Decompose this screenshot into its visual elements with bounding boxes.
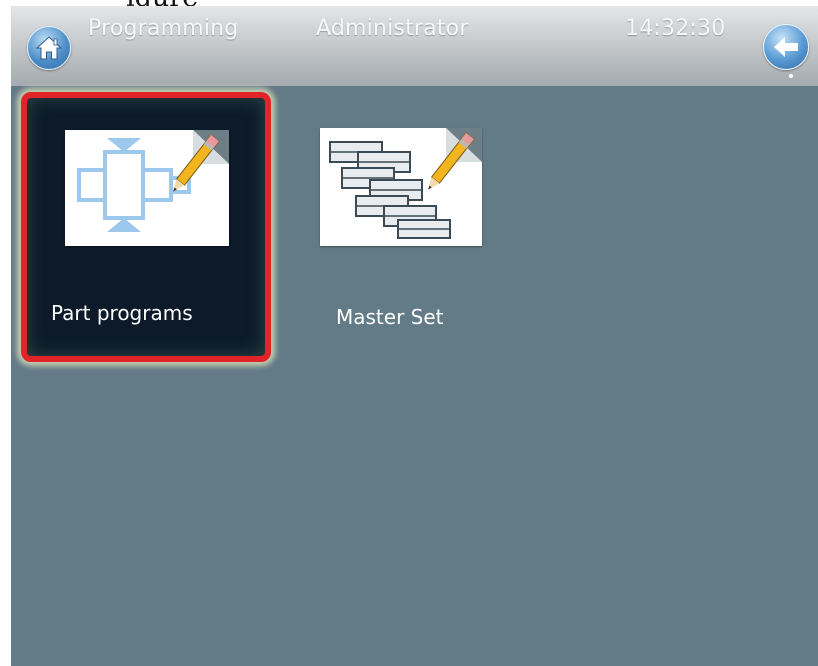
arrow-left-icon <box>774 37 798 57</box>
screen-title: Programming <box>88 16 239 41</box>
tile-label: Master Set <box>336 305 444 329</box>
back-button-indicator <box>789 74 793 78</box>
tile-part-programs[interactable]: Part programs <box>21 92 271 362</box>
page-root: igure Programming Administrator 14:32:30 <box>0 0 818 666</box>
master-set-edit-icon <box>320 128 482 246</box>
tile-master-set[interactable]: Master Set <box>299 102 529 352</box>
menu-content: Part programs Master Set <box>11 86 818 666</box>
home-button[interactable] <box>27 26 71 70</box>
home-icon <box>35 36 63 60</box>
hmi-screen: Programming Administrator 14:32:30 Part … <box>11 6 818 666</box>
clock: 14:32:30 <box>625 16 726 41</box>
part-program-edit-icon <box>65 130 229 246</box>
user-name: Administrator <box>316 16 469 41</box>
tile-label: Part programs <box>51 301 193 325</box>
back-button[interactable] <box>763 24 809 70</box>
title-bar: Programming Administrator 14:32:30 <box>11 6 818 86</box>
